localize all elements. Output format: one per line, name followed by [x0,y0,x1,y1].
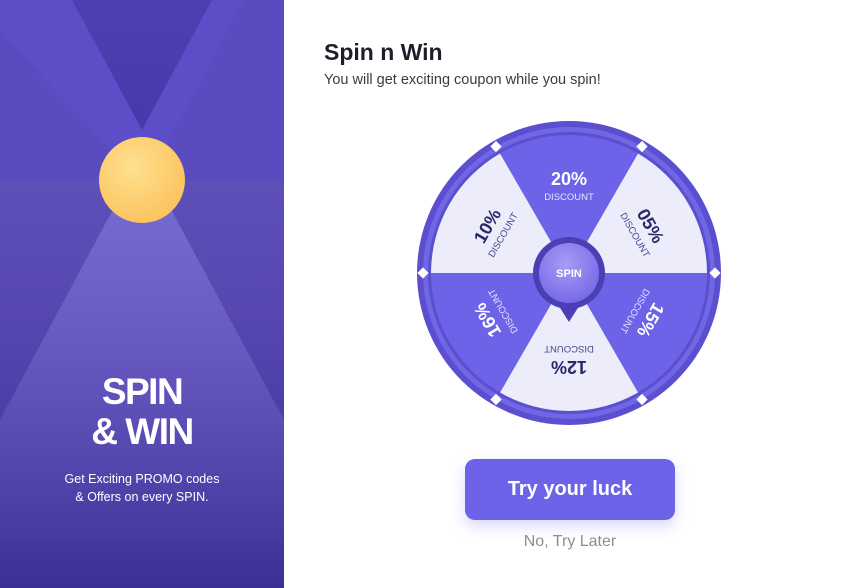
wheel-segment-label: 20% DISCOUNT [544,169,594,203]
promo-subtitle-line1: Get Exciting PROMO codes [64,472,220,486]
try-your-luck-button[interactable]: Try your luck [465,459,675,520]
content-panel: Spin n Win You will get exciting coupon … [284,0,856,588]
promo-title-line1: SPIN [101,371,184,412]
prize-wheel[interactable]: 20%DISCOUNT05%DISCOUNT15%DISCOUNT12%DISC… [414,118,724,428]
promo-subtitle: Get Exciting PROMO codes & Offers on eve… [0,470,284,506]
page-title: Spin n Win [324,39,443,65]
promo-title-line2: & WIN [91,411,194,452]
wheel-segment-label: 12% DISCOUNT [544,343,594,377]
promo-panel: SPIN & WIN Get Exciting PROMO codes & Of… [0,0,284,588]
promo-title: SPIN & WIN [0,372,284,452]
spin-win-modal: SPIN & WIN Get Exciting PROMO codes & Of… [0,0,856,588]
page-subtitle: You will get exciting coupon while you s… [324,72,601,88]
segment-value: 20% [551,169,587,189]
promo-subtitle-line2: & Offers on every SPIN. [75,490,209,504]
try-later-link[interactable]: No, Try Later [465,533,675,551]
segment-caption: DISCOUNT [544,343,594,354]
segment-value: 12% [551,357,587,377]
segment-caption: DISCOUNT [544,192,594,203]
spin-label: SPIN [556,268,582,280]
medal-icon [99,137,185,223]
